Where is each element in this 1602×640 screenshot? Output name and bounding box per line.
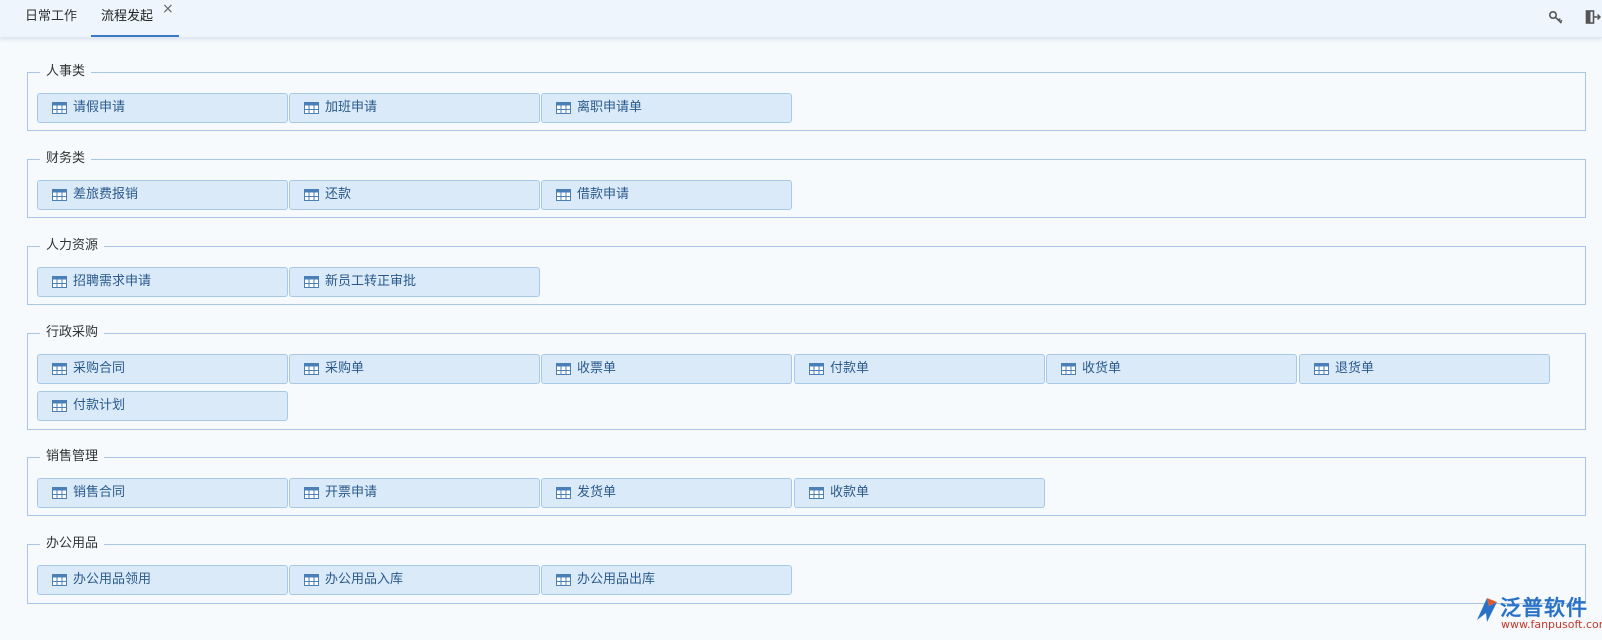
tab-process-start-label: 流程发起 xyxy=(101,9,154,24)
process-item-button[interactable]: 收货单 xyxy=(1046,354,1297,384)
logo-url: www.fanpusoft.com xyxy=(1501,618,1602,631)
table-icon xyxy=(304,574,319,586)
process-item-button[interactable]: 采购合同 xyxy=(37,354,288,384)
process-item-button[interactable]: 请假申请 xyxy=(37,93,288,123)
process-item-label: 采购合同 xyxy=(73,361,126,376)
table-icon xyxy=(52,574,67,586)
table-icon xyxy=(556,102,571,114)
process-item-button[interactable]: 收款单 xyxy=(794,478,1045,508)
process-item-label: 办公用品入库 xyxy=(325,572,404,587)
process-item-label: 招聘需求申请 xyxy=(73,274,152,289)
process-item-button[interactable]: 新员工转正审批 xyxy=(289,267,540,297)
group-title: 人事类 xyxy=(40,63,92,81)
group-title: 财务类 xyxy=(40,150,92,168)
table-icon xyxy=(1314,363,1329,375)
table-icon xyxy=(52,102,67,114)
key-icon[interactable] xyxy=(1548,9,1564,25)
process-item-label: 差旅费报销 xyxy=(73,187,139,202)
process-item-label: 收票单 xyxy=(577,361,617,376)
exit-icon[interactable] xyxy=(1585,9,1602,25)
process-item-button[interactable]: 招聘需求申请 xyxy=(37,267,288,297)
table-icon xyxy=(52,363,67,375)
group-title: 办公用品 xyxy=(40,535,105,553)
table-icon xyxy=(556,363,571,375)
process-item-label: 离职申请单 xyxy=(577,100,643,115)
process-group: 销售管理销售合同 开票申请 发货单 收款单 xyxy=(27,448,1586,516)
table-icon xyxy=(556,574,571,586)
process-item-button[interactable]: 付款单 xyxy=(794,354,1045,384)
table-icon xyxy=(304,276,319,288)
process-item-button[interactable]: 办公用品领用 xyxy=(37,565,288,595)
process-item-label: 借款申请 xyxy=(577,187,630,202)
process-item-label: 付款单 xyxy=(830,361,870,376)
table-icon xyxy=(304,189,319,201)
group-title: 销售管理 xyxy=(40,448,105,466)
close-icon[interactable]: × xyxy=(162,0,174,26)
process-item-button[interactable]: 借款申请 xyxy=(541,180,792,210)
process-item-label: 办公用品出库 xyxy=(577,572,656,587)
table-icon xyxy=(52,487,67,499)
process-group: 财务类差旅费报销 还款 借款申请 xyxy=(27,150,1586,218)
tab-process-start[interactable]: 流程发起 × xyxy=(91,0,179,37)
table-icon xyxy=(52,400,67,412)
process-item-label: 采购单 xyxy=(325,361,365,376)
process-item-label: 退货单 xyxy=(1335,361,1375,376)
process-item-label: 还款 xyxy=(325,187,352,202)
process-item-button[interactable]: 退货单 xyxy=(1299,354,1550,384)
process-item-button[interactable]: 离职申请单 xyxy=(541,93,792,123)
process-group: 人事类请假申请 加班申请 离职申请单 xyxy=(27,63,1586,131)
process-group: 人力资源招聘需求申请 新员工转正审批 xyxy=(27,237,1586,305)
process-item-label: 办公用品领用 xyxy=(73,572,152,587)
tab-daily-work-label: 日常工作 xyxy=(25,9,78,24)
process-item-label: 加班申请 xyxy=(325,100,378,115)
process-item-label: 发货单 xyxy=(577,485,617,500)
table-icon xyxy=(52,276,67,288)
process-item-label: 收款单 xyxy=(830,485,870,500)
process-item-label: 新员工转正审批 xyxy=(325,274,417,289)
process-item-button[interactable]: 销售合同 xyxy=(37,478,288,508)
process-group: 办公用品办公用品领用 办公用品入库 办公用品出库 xyxy=(27,535,1586,604)
process-item-button[interactable]: 发货单 xyxy=(541,478,792,508)
process-item-button[interactable]: 开票申请 xyxy=(289,478,540,508)
tab-bar: 日常工作 流程发起 × xyxy=(0,0,1602,38)
process-item-label: 销售合同 xyxy=(73,485,126,500)
table-icon xyxy=(304,363,319,375)
process-item-button[interactable]: 加班申请 xyxy=(289,93,540,123)
table-icon xyxy=(809,363,824,375)
process-item-button[interactable]: 办公用品出库 xyxy=(541,565,792,595)
group-title: 人力资源 xyxy=(40,237,105,255)
process-item-button[interactable]: 收票单 xyxy=(541,354,792,384)
process-item-button[interactable]: 采购单 xyxy=(289,354,540,384)
process-item-label: 开票申请 xyxy=(325,485,378,500)
process-group: 行政采购采购合同 采购单 收票单 付款单 收货单 退货单付款计划 xyxy=(27,324,1586,430)
process-item-label: 付款计划 xyxy=(73,398,126,413)
table-icon xyxy=(304,102,319,114)
table-icon xyxy=(809,487,824,499)
process-item-label: 请假申请 xyxy=(73,100,126,115)
table-icon xyxy=(1061,363,1076,375)
group-title: 行政采购 xyxy=(40,324,105,342)
process-item-label: 收货单 xyxy=(1082,361,1122,376)
table-icon xyxy=(556,487,571,499)
process-item-button[interactable]: 还款 xyxy=(289,180,540,210)
logo-icon xyxy=(1477,598,1497,622)
table-icon xyxy=(304,487,319,499)
table-icon xyxy=(556,189,571,201)
process-item-button[interactable]: 差旅费报销 xyxy=(37,180,288,210)
table-icon xyxy=(52,189,67,201)
tab-daily-work[interactable]: 日常工作 xyxy=(25,0,77,35)
brand-logo: 泛普软件 www.fanpusoft.com xyxy=(1473,594,1602,634)
process-item-button[interactable]: 付款计划 xyxy=(37,391,288,421)
process-item-button[interactable]: 办公用品入库 xyxy=(289,565,540,595)
